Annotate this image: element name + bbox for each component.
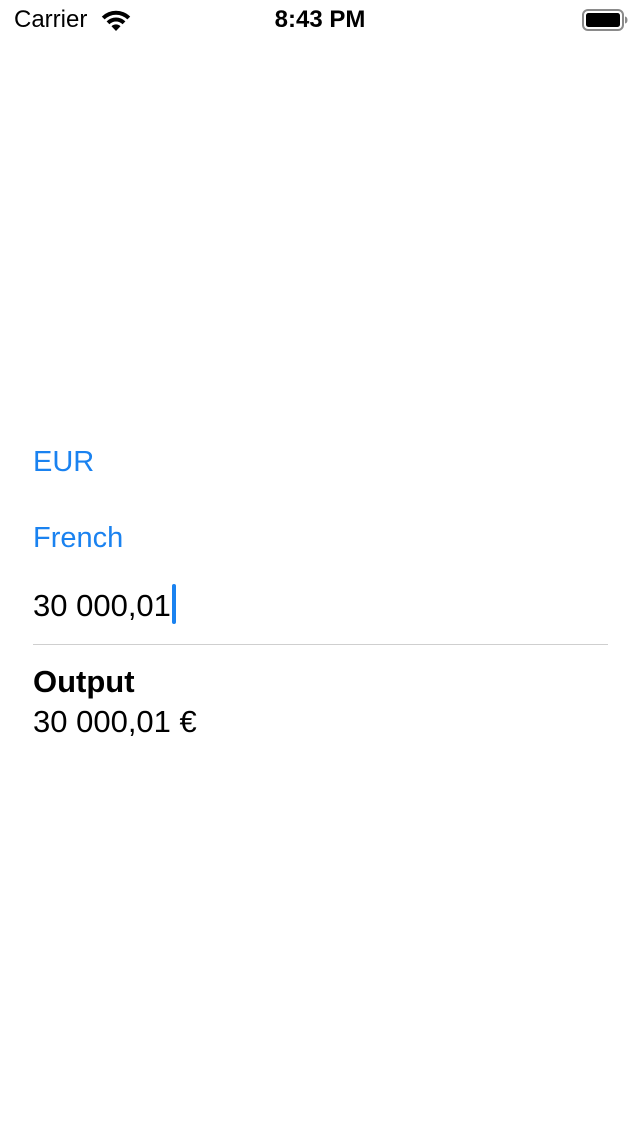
currency-selector-button[interactable]: EUR bbox=[33, 440, 94, 484]
status-bar: Carrier 8:43 PM bbox=[0, 0, 640, 40]
amount-field[interactable]: 30 000,01 bbox=[33, 582, 608, 645]
text-cursor bbox=[171, 584, 176, 624]
battery-icon bbox=[582, 9, 628, 31]
output-value: 30 000,01 € bbox=[33, 704, 197, 739]
locale-selector-button[interactable]: French bbox=[33, 516, 123, 560]
status-time: 8:43 PM bbox=[274, 6, 366, 33]
amount-input-text[interactable]: 30 000,01 bbox=[33, 582, 171, 630]
output-label: Output bbox=[33, 664, 135, 699]
